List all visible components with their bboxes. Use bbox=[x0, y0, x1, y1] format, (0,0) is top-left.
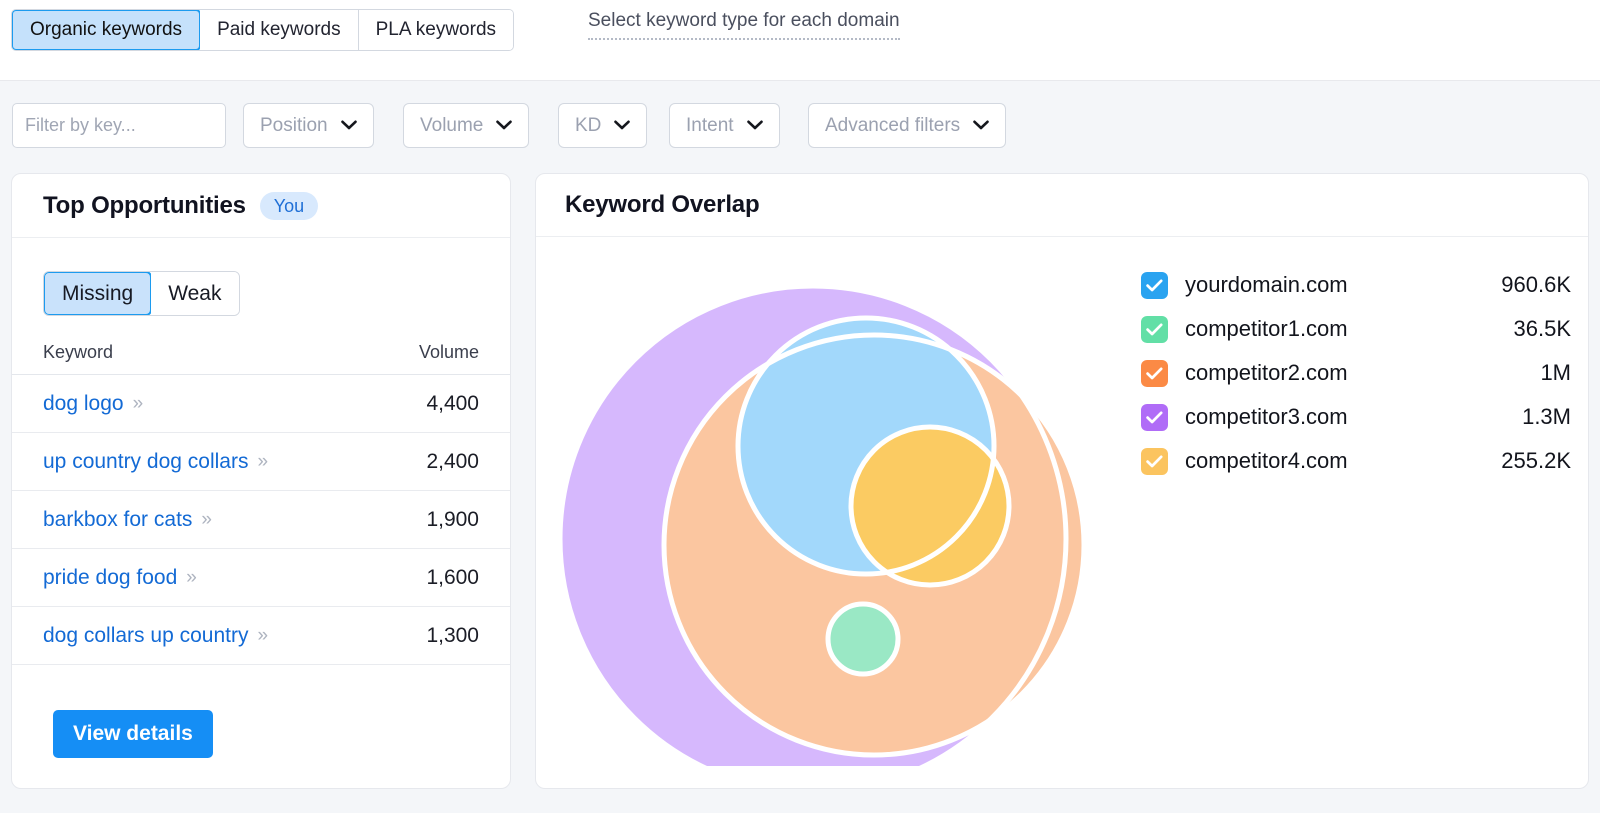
keyword-volume: 1,600 bbox=[426, 565, 479, 589]
top-opportunities-header: Top Opportunities You bbox=[12, 174, 510, 238]
missing-weak-toggle: Missing Weak bbox=[43, 271, 240, 316]
venn-diagram bbox=[550, 246, 1150, 795]
keyword-overlap-header: Keyword Overlap bbox=[536, 174, 1588, 237]
keyword-gap-page: Organic keywords Paid keywords PLA keywo… bbox=[0, 0, 1600, 813]
keyword-label: pride dog food bbox=[43, 565, 178, 589]
venn-diagram-svg bbox=[557, 283, 1087, 795]
table-row: barkbox for cats » 1,900 bbox=[12, 491, 510, 549]
checkbox-checked-icon[interactable] bbox=[1141, 359, 1168, 387]
chevron-down-icon bbox=[340, 119, 357, 132]
double-chevron-right-icon: » bbox=[257, 450, 267, 472]
table-header: Keyword Volume bbox=[12, 342, 510, 375]
position-filter[interactable]: Position bbox=[243, 103, 374, 148]
keyword-volume: 4,400 bbox=[426, 391, 479, 415]
column-header-volume: Volume bbox=[418, 342, 479, 362]
checkbox-checked-icon[interactable] bbox=[1141, 403, 1168, 431]
volume-filter[interactable]: Volume bbox=[403, 103, 530, 148]
keyword-link[interactable]: dog collars up country » bbox=[43, 624, 426, 648]
table-row: dog logo » 4,400 bbox=[12, 375, 510, 433]
top-opportunities-card: Top Opportunities You Missing Weak Keywo… bbox=[11, 173, 511, 789]
keyword-link[interactable]: dog logo » bbox=[43, 392, 426, 416]
chevron-down-icon bbox=[614, 119, 631, 132]
kd-filter-label: KD bbox=[575, 114, 602, 136]
position-filter-label: Position bbox=[260, 114, 328, 136]
legend-domain-label: competitor2.com bbox=[1185, 360, 1348, 385]
keyword-label: barkbox for cats bbox=[43, 507, 193, 531]
filter-bar: Position Volume KD Intent Advanced filte bbox=[0, 81, 1600, 169]
keyword-table: Keyword Volume dog logo » 4,400 up count… bbox=[12, 342, 510, 665]
segment-weak[interactable]: Weak bbox=[151, 272, 239, 315]
legend-keyword-count: 255.2K bbox=[1501, 448, 1571, 473]
keyword-volume: 1,900 bbox=[426, 507, 479, 531]
legend-item-competitor2[interactable]: competitor2.com 1M bbox=[1141, 351, 1571, 395]
keyword-volume: 1,300 bbox=[426, 623, 479, 647]
select-keyword-type-hint[interactable]: Select keyword type for each domain bbox=[588, 10, 900, 40]
legend-domain-label: yourdomain.com bbox=[1185, 272, 1348, 297]
keyword-label: up country dog collars bbox=[43, 449, 249, 473]
chevron-down-icon bbox=[496, 119, 513, 132]
checkbox-checked-icon[interactable] bbox=[1141, 315, 1168, 343]
keyword-link[interactable]: pride dog food » bbox=[43, 566, 426, 590]
legend-item-competitor1[interactable]: competitor1.com 36.5K bbox=[1141, 307, 1571, 351]
keyword-type-tabstrip: Organic keywords Paid keywords PLA keywo… bbox=[0, 0, 1600, 81]
double-chevron-right-icon: » bbox=[257, 624, 267, 646]
keyword-overlap-card: Keyword Overlap yourdomain.com 960.6K co… bbox=[535, 173, 1589, 795]
double-chevron-right-icon: » bbox=[201, 508, 211, 530]
page-title: Top Opportunities bbox=[43, 191, 246, 219]
legend-item-yourdomain[interactable]: yourdomain.com 960.6K bbox=[1141, 263, 1571, 307]
advanced-filters[interactable]: Advanced filters bbox=[808, 103, 1007, 148]
keyword-label: dog collars up country bbox=[43, 623, 249, 647]
legend-keyword-count: 960.6K bbox=[1501, 272, 1571, 297]
table-row: pride dog food » 1,600 bbox=[12, 549, 510, 607]
view-details-button[interactable]: View details bbox=[53, 710, 213, 758]
legend-domain-label: competitor3.com bbox=[1185, 404, 1348, 429]
legend-keyword-count: 1M bbox=[1540, 360, 1571, 385]
checkbox-checked-icon[interactable] bbox=[1141, 447, 1168, 475]
intent-filter[interactable]: Intent bbox=[669, 103, 780, 148]
legend-keyword-count: 36.5K bbox=[1513, 316, 1572, 341]
keyword-link[interactable]: barkbox for cats » bbox=[43, 508, 426, 532]
keyword-label: dog logo bbox=[43, 391, 124, 415]
legend-domain-label: competitor4.com bbox=[1185, 448, 1348, 473]
search-input[interactable] bbox=[13, 104, 225, 147]
legend-domain-label: competitor1.com bbox=[1185, 316, 1348, 341]
advanced-filters-label: Advanced filters bbox=[825, 114, 961, 136]
chevron-down-icon bbox=[973, 119, 989, 132]
keyword-type-tabgroup: Organic keywords Paid keywords PLA keywo… bbox=[11, 9, 515, 51]
tab-organic-keywords[interactable]: Organic keywords bbox=[12, 10, 202, 50]
volume-filter-label: Volume bbox=[420, 114, 484, 136]
keyword-volume: 2,400 bbox=[426, 449, 479, 473]
kd-filter[interactable]: KD bbox=[558, 103, 648, 148]
double-chevron-right-icon: » bbox=[186, 566, 196, 588]
keyword-filter-group bbox=[12, 103, 226, 148]
tab-pla-keywords[interactable]: PLA keywords bbox=[358, 10, 514, 50]
tab-paid-keywords[interactable]: Paid keywords bbox=[200, 10, 359, 50]
segment-missing[interactable]: Missing bbox=[43, 272, 153, 315]
chevron-down-icon bbox=[746, 119, 763, 132]
double-chevron-right-icon: » bbox=[132, 392, 143, 414]
checkbox-checked-icon[interactable] bbox=[1141, 271, 1168, 299]
column-header-keyword: Keyword bbox=[43, 342, 114, 362]
status-badge: You bbox=[259, 191, 319, 220]
keyword-overlap-title: Keyword Overlap bbox=[565, 191, 760, 218]
venn-legend: yourdomain.com 960.6K competitor1.com 36… bbox=[1141, 263, 1571, 483]
legend-keyword-count: 1.3M bbox=[1522, 404, 1571, 429]
keyword-link[interactable]: up country dog collars » bbox=[43, 450, 426, 474]
table-row: dog collars up country » 1,300 bbox=[12, 607, 510, 665]
legend-item-competitor3[interactable]: competitor3.com 1.3M bbox=[1141, 395, 1571, 439]
table-row: up country dog collars » 2,400 bbox=[12, 433, 510, 491]
legend-item-competitor4[interactable]: competitor4.com 255.2K bbox=[1141, 439, 1571, 483]
intent-filter-label: Intent bbox=[686, 114, 734, 136]
